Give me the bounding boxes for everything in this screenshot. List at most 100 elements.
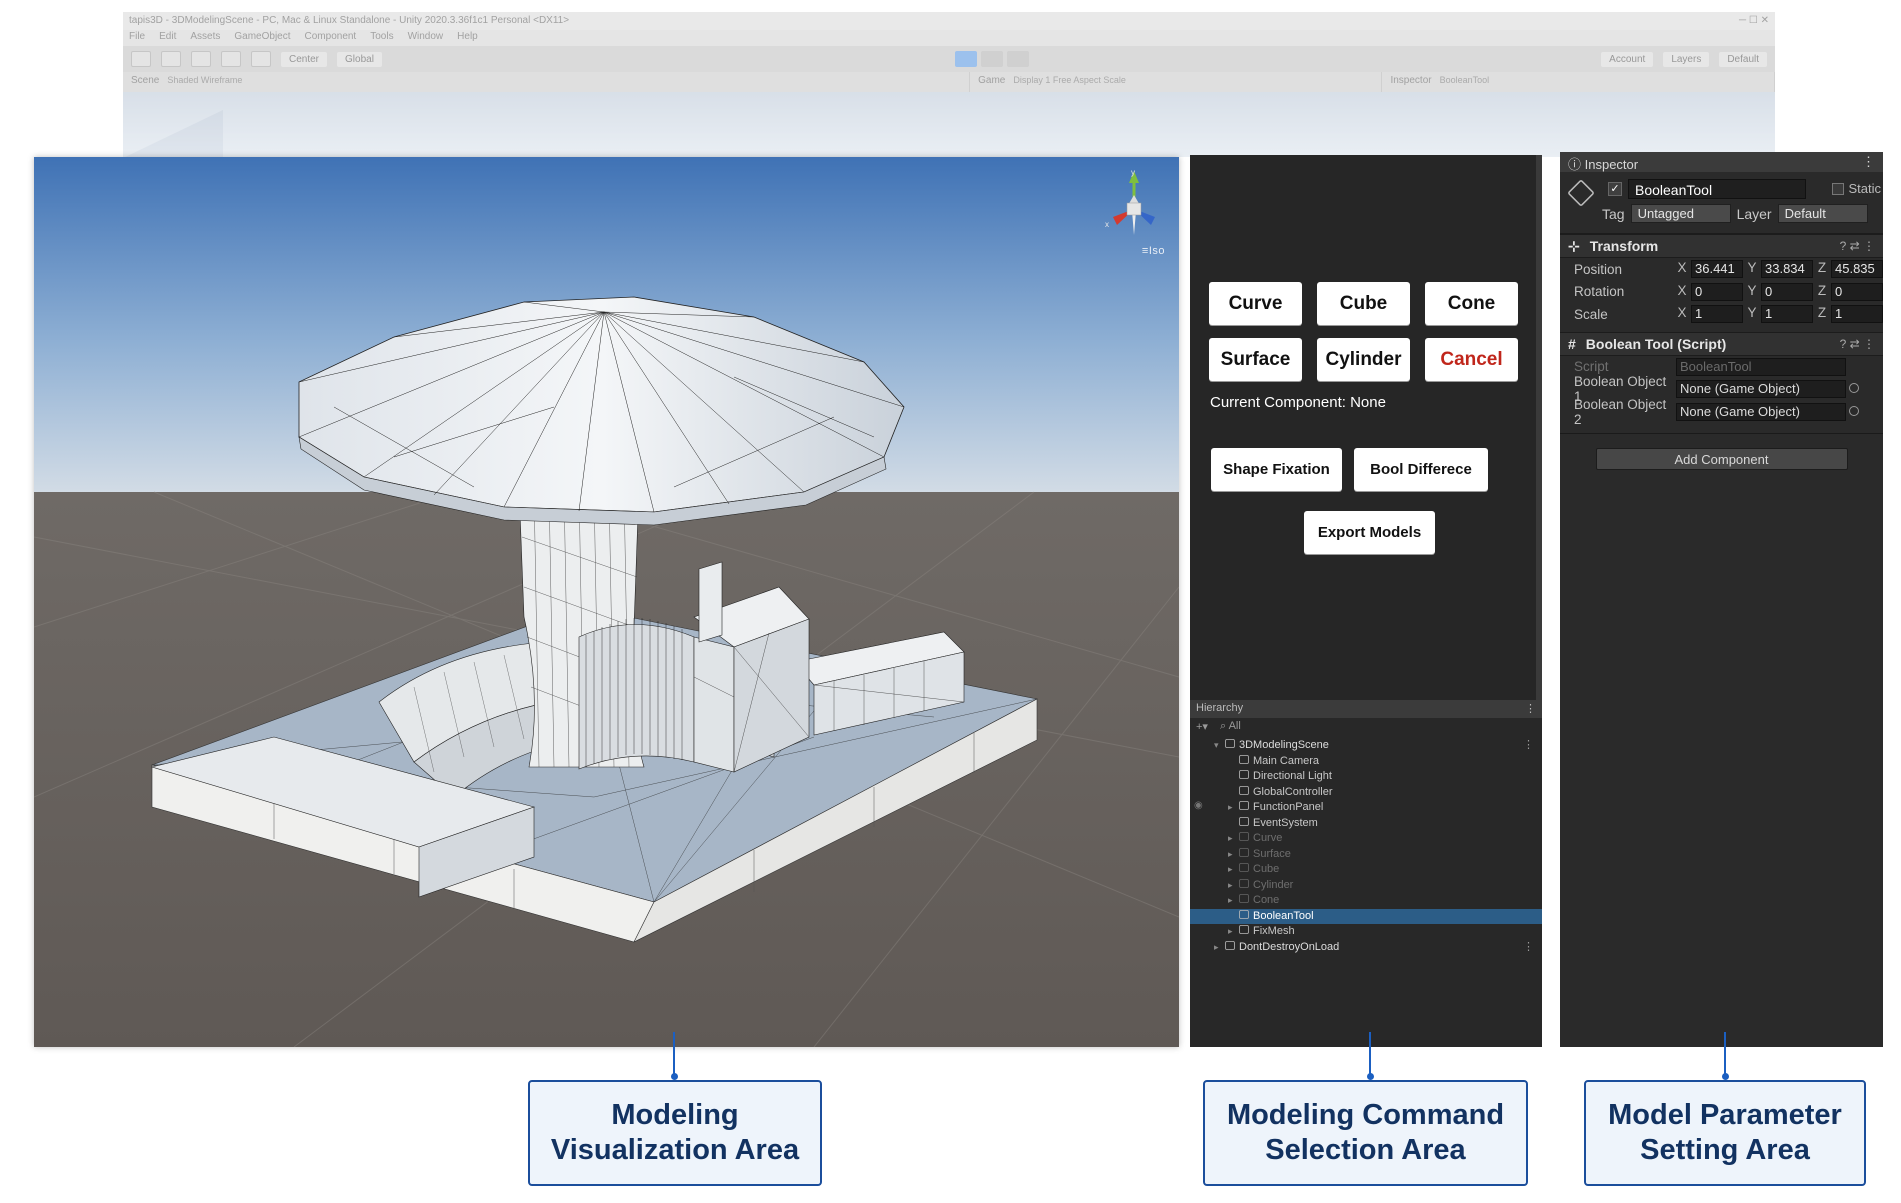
hierarchy-search[interactable]: ⌕ All	[1220, 720, 1241, 736]
gameobject-icon	[1239, 863, 1249, 872]
component-tools-icon[interactable]: ? ⇄ ⋮	[1840, 239, 1875, 253]
boolean-object-1-field[interactable]: None (Game Object)	[1676, 380, 1859, 399]
static-toggle[interactable]: Static	[1832, 181, 1881, 196]
collapsed-arrow-icon[interactable]: ▸	[1228, 800, 1238, 816]
position-z-field[interactable]: 45.835	[1831, 260, 1883, 279]
hierarchy-row-label: Surface	[1253, 847, 1291, 860]
hierarchy-row[interactable]: ▸ Cube	[1190, 862, 1542, 878]
add-component-button[interactable]: Add Component	[1595, 448, 1848, 470]
callout-viz-line1: Modeling	[611, 1099, 739, 1131]
bool-difference-button[interactable]: Bool Differece	[1354, 448, 1488, 491]
cancel-button[interactable]: Cancel	[1425, 338, 1518, 381]
bg-play-controls	[954, 51, 1029, 67]
projection-label[interactable]: ≡Iso	[1142, 245, 1165, 257]
hierarchy-row-label: FunctionPanel	[1253, 801, 1324, 813]
position-y-field[interactable]: 33.834	[1761, 260, 1813, 279]
cylinder-button[interactable]: Cylinder	[1317, 338, 1410, 381]
boolean-object-2-label: Boolean Object 2	[1574, 396, 1667, 427]
hierarchy-row-label: Curve	[1253, 832, 1283, 844]
hierarchy-title[interactable]: Hierarchy	[1196, 702, 1243, 716]
collapsed-arrow-icon[interactable]: ▸	[1228, 862, 1238, 878]
lock-icon[interactable]: ⋮	[1525, 702, 1536, 716]
gameobject-icon	[1239, 878, 1249, 888]
collapsed-arrow-icon[interactable]: ▸	[1228, 831, 1238, 847]
hierarchy-row-label: GlobalController	[1253, 785, 1333, 798]
object-name-field[interactable]: BooleanTool	[1628, 179, 1806, 199]
boolean-object-2-field[interactable]: None (Game Object)	[1676, 402, 1859, 421]
hierarchy-row-label: DontDestroyOnLoad	[1239, 940, 1340, 953]
object-picker-icon[interactable]	[1849, 405, 1859, 416]
surface-button[interactable]: Surface	[1209, 338, 1302, 381]
active-checkbox[interactable]: ✓	[1608, 182, 1622, 196]
hierarchy-row[interactable]: ▾ 3DModelingScene ⋮	[1190, 738, 1542, 754]
hierarchy-row[interactable]: ▸ FunctionPanel	[1190, 800, 1542, 816]
hierarchy-row-label: Cube	[1253, 863, 1280, 875]
hierarchy-row[interactable]: ▸ Cone	[1190, 893, 1542, 909]
hierarchy-row-selected[interactable]: BooleanTool	[1190, 908, 1542, 924]
hierarchy-row[interactable]: ▸ Cylinder	[1190, 878, 1542, 894]
position-row: Position X 36.441 Y 33.834 Z 45.835	[1560, 258, 1883, 281]
hierarchy-row-label: FixMesh	[1253, 925, 1295, 937]
component-tools-icon[interactable]: ? ⇄ ⋮	[1840, 337, 1875, 351]
position-x-field[interactable]: 36.441	[1691, 260, 1743, 279]
curve-button[interactable]: Curve	[1209, 282, 1302, 325]
row-menu-icon[interactable]: ⋮	[1523, 738, 1534, 754]
info-icon: ⓘ	[1568, 157, 1585, 172]
bg-menu-edit: Edit	[159, 31, 177, 42]
cube-button[interactable]: Cube	[1317, 282, 1410, 325]
hierarchy-row[interactable]: ▸ DontDestroyOnLoad ⋮	[1190, 940, 1542, 956]
bg-window-controls: ─ ☐ ✕	[1739, 15, 1769, 26]
row-menu-icon[interactable]: ⋮	[1523, 940, 1534, 956]
bg-menu-component: Component	[304, 31, 357, 42]
collapsed-arrow-icon[interactable]: ▸	[1228, 847, 1238, 863]
rotation-y-field[interactable]: 0	[1761, 282, 1813, 301]
hierarchy-row[interactable]: ▸ FixMesh	[1190, 924, 1542, 940]
cone-button[interactable]: Cone	[1425, 282, 1518, 325]
lock-icon[interactable]: ⋮	[1862, 154, 1875, 170]
add-object-icon[interactable]: +▾	[1196, 720, 1208, 736]
hierarchy-toolbar: +▾ ⌕ All	[1190, 718, 1542, 738]
hierarchy-row[interactable]: ▸ Surface	[1190, 847, 1542, 863]
inspector-tab[interactable]: ⓘ Inspector ⋮	[1560, 152, 1883, 172]
hierarchy-row[interactable]: Directional Light	[1190, 769, 1542, 785]
script-component-header[interactable]: # Boolean Tool (Script) ? ⇄ ⋮	[1560, 331, 1883, 356]
bg-titlebar: tapis3D - 3DModelingScene - PC, Mac & Li…	[123, 12, 1775, 30]
scene-render[interactable]	[34, 157, 1179, 1047]
rect-tool-icon	[251, 51, 271, 67]
scale-x-field[interactable]: 1	[1691, 305, 1743, 324]
transform-header[interactable]: ⊹ Transform ? ⇄ ⋮	[1560, 234, 1883, 258]
current-component-status: Current Component: None	[1210, 394, 1386, 411]
hierarchy-panel: Hierarchy ⋮ +▾ ⌕ All ◉ ▾ 3DModelingScene ⋮…	[1190, 700, 1542, 1047]
hierarchy-row[interactable]: EventSystem	[1190, 816, 1542, 832]
hierarchy-row[interactable]: GlobalController	[1190, 785, 1542, 801]
tag-dropdown[interactable]: Untagged	[1630, 204, 1731, 223]
scale-y-field[interactable]: 1	[1761, 305, 1813, 324]
export-models-button[interactable]: Export Models	[1304, 511, 1435, 554]
gameobject-icon	[1239, 909, 1249, 919]
collapsed-arrow-icon[interactable]: ▸	[1228, 893, 1238, 909]
bg-tab-scene-label: Scene	[131, 75, 160, 86]
command-panel-scrollbar[interactable]	[1536, 155, 1542, 700]
shape-fixation-button[interactable]: Shape Fixation	[1211, 448, 1342, 491]
bg-menu-help: Help	[457, 31, 478, 42]
collapsed-arrow-icon[interactable]: ▸	[1228, 924, 1238, 940]
bg-tab-game-label: Game	[978, 75, 1006, 86]
rotation-x-field[interactable]: 0	[1691, 282, 1743, 301]
bg-menu-gameobject: GameObject	[234, 31, 291, 42]
collapsed-arrow-icon[interactable]: ▸	[1228, 878, 1238, 894]
modeling-viewport[interactable]: y x ≡Iso	[34, 157, 1179, 1047]
expanded-arrow-icon[interactable]: ▾	[1214, 738, 1224, 754]
tag-layer-row: Tag Untagged Layer Default	[1602, 204, 1868, 223]
hierarchy-row[interactable]: ▸ Curve	[1190, 831, 1542, 847]
collapsed-arrow-icon[interactable]: ▸	[1214, 940, 1224, 956]
hierarchy-row[interactable]: Main Camera	[1190, 754, 1542, 770]
layer-dropdown[interactable]: Default	[1777, 204, 1868, 223]
scale-z-field[interactable]: 1	[1831, 305, 1883, 324]
position-label: Position	[1574, 261, 1623, 277]
static-checkbox[interactable]	[1832, 183, 1845, 195]
object-picker-icon[interactable]	[1849, 383, 1859, 394]
rotation-z-field[interactable]: 0	[1831, 282, 1883, 301]
layer-label: Layer	[1736, 205, 1772, 222]
orientation-gizmo[interactable]: y x	[1099, 167, 1169, 257]
rotation-row: Rotation X0 Y0 Z0	[1560, 281, 1883, 304]
